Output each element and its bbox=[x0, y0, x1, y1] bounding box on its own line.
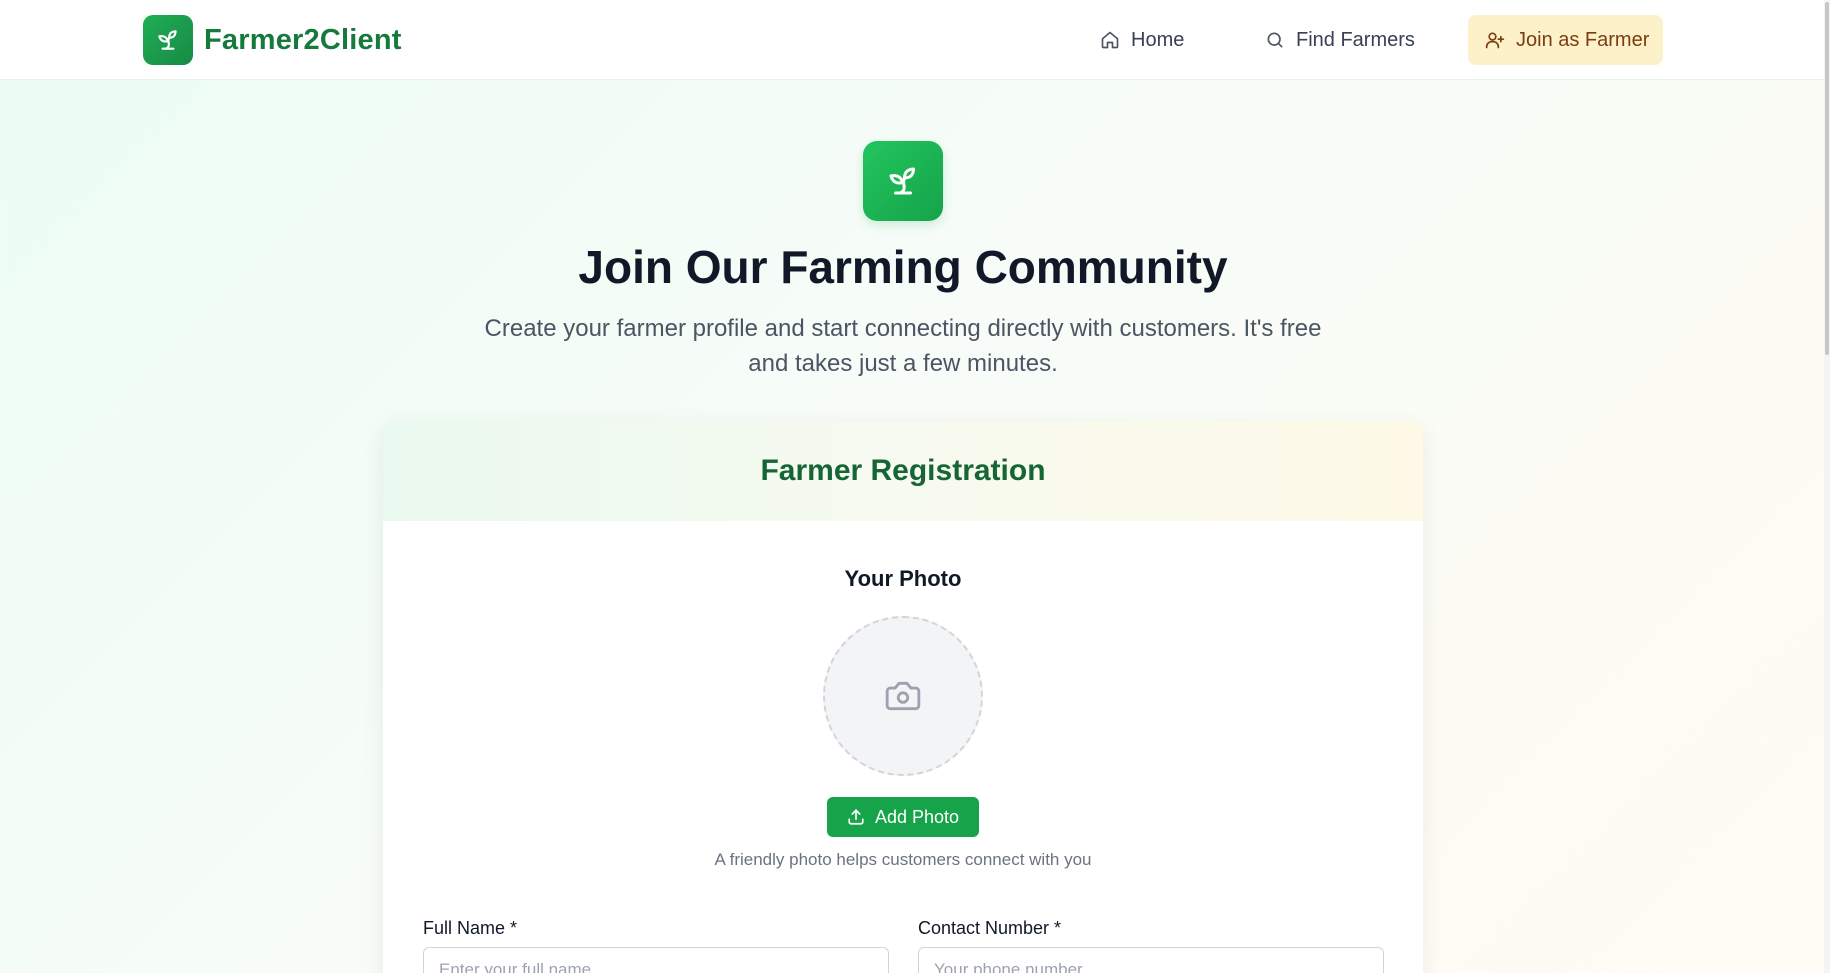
user-plus-icon bbox=[1485, 32, 1505, 49]
nav-join-as-farmer[interactable]: Join as Farmer bbox=[1468, 15, 1663, 65]
add-photo-button[interactable]: Add Photo bbox=[827, 797, 979, 837]
full-name-label: Full Name * bbox=[423, 918, 518, 938]
page-subtitle: Create your farmer profile and start con… bbox=[484, 315, 1322, 377]
nav-join-label: Join as Farmer bbox=[1516, 28, 1650, 51]
page-title: Join Our Farming Community bbox=[578, 241, 1228, 293]
card-header: Farmer Registration bbox=[383, 421, 1423, 521]
page-scrollbar[interactable] bbox=[1824, 0, 1830, 973]
photo-label: Your Photo bbox=[844, 566, 962, 591]
top-navbar: Farmer2Client Home Find Farmers Join as … bbox=[0, 0, 1824, 80]
upload-icon bbox=[848, 809, 864, 825]
nav-home[interactable]: Home bbox=[1100, 15, 1184, 65]
registration-title: Farmer Registration bbox=[760, 454, 1046, 487]
photo-upload-area[interactable] bbox=[823, 616, 983, 776]
contact-number-input[interactable] bbox=[918, 947, 1384, 973]
main-nav: Home Find Farmers Join as Farmer bbox=[0, 15, 1824, 65]
sprout-icon bbox=[863, 141, 943, 221]
home-icon bbox=[1101, 31, 1119, 49]
add-photo-label: Add Photo bbox=[874, 806, 960, 827]
search-icon bbox=[1267, 32, 1283, 48]
contact-number-label: Contact Number * bbox=[918, 918, 1062, 938]
full-name-input[interactable] bbox=[423, 947, 889, 973]
registration-card: Farmer Registration Your Photo Add Photo… bbox=[383, 421, 1423, 973]
scrollbar-thumb[interactable] bbox=[1825, 2, 1829, 355]
nav-find-farmers[interactable]: Find Farmers bbox=[1265, 15, 1415, 65]
nav-home-label: Home bbox=[1131, 28, 1185, 51]
nav-find-label: Find Farmers bbox=[1296, 28, 1415, 51]
photo-hint: A friendly photo helps customers connect… bbox=[714, 850, 1092, 869]
camera-icon bbox=[885, 681, 921, 711]
